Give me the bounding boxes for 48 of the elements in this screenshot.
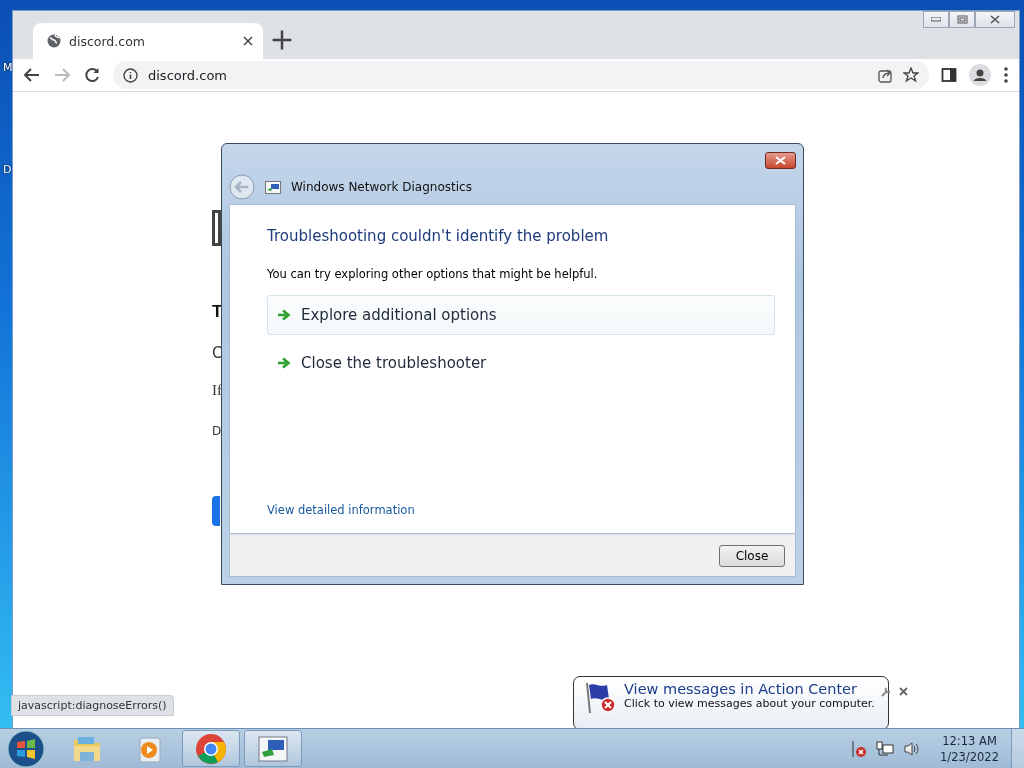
clock[interactable]: 12:13 AM 1/23/2022 [940,732,999,765]
dialog-message: You can try exploring other options that might be helpful. [267,267,599,281]
minimize-icon [931,17,941,22]
restore-icon [956,15,968,24]
back-icon[interactable] [23,66,41,84]
close-button[interactable] [975,11,1015,28]
menu-icon[interactable] [1003,66,1009,84]
notification-title[interactable]: View messages in Action Center [624,681,875,697]
status-url: javascript:diagnoseErrors() [11,695,174,716]
address-bar[interactable]: discord.com [113,61,929,89]
wrench-icon[interactable] [880,687,891,697]
dialog-heading: Troubleshooting couldn't identify the problem [267,227,610,245]
globe-icon [47,34,61,48]
arrow-icon [278,357,291,369]
browser-tab[interactable]: discord.com [33,23,263,59]
profile-icon[interactable] [969,64,991,86]
page-text: T [212,302,223,322]
dialog-title: Windows Network Diagnostics [291,180,472,194]
taskbar-app[interactable] [182,730,240,767]
flag-error-icon[interactable] [851,739,868,758]
chrome-icon [194,731,228,766]
close-icon[interactable] [898,687,908,696]
page-button[interactable] [212,496,220,526]
page-text: D [212,424,222,438]
option-link[interactable]: Explore additional options [267,295,775,335]
side-panel-icon[interactable] [941,67,957,83]
volume-icon[interactable] [903,740,922,757]
start-button[interactable] [6,728,46,768]
taskbar-app[interactable] [244,730,302,767]
close-icon [775,156,786,165]
details-link[interactable]: View detailed information [267,503,415,517]
info-icon[interactable] [123,67,138,83]
option-link[interactable]: Close the troubleshooter [267,343,775,383]
desktop-icon-label: D [3,163,12,176]
close-button[interactable]: Close [719,544,785,567]
new-tab-icon[interactable] [271,29,293,51]
share-icon[interactable] [878,67,893,83]
star-icon[interactable] [903,67,919,83]
flag-icon [584,681,618,715]
reload-icon[interactable] [83,66,101,84]
close-icon [990,15,1000,24]
arrow-icon [278,309,291,321]
close-icon[interactable] [243,36,253,46]
close-button[interactable] [765,152,796,169]
network-icon [265,180,281,194]
network-icon[interactable] [876,740,895,757]
notification-message: Click to view messages about your computer. [624,697,875,710]
desktop-icon-label: M [3,61,13,74]
